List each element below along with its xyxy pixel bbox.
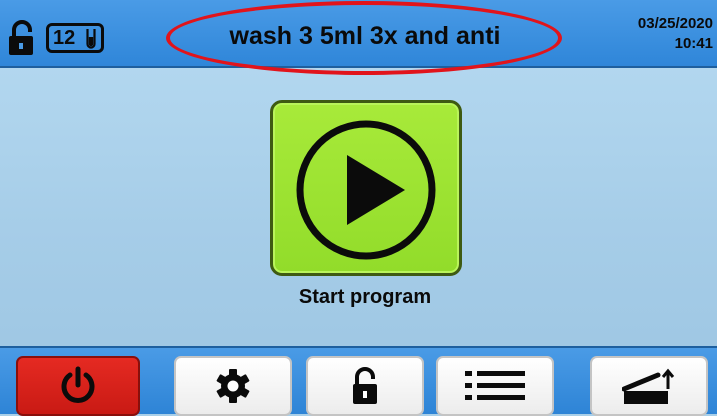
time-text: 10:41: [674, 35, 713, 52]
lid-open-icon: [622, 368, 675, 404]
tube-count-indicator: 12: [46, 23, 104, 53]
bottom-toolbar: [0, 346, 717, 416]
start-program-label: Start program: [298, 286, 432, 308]
program-title-area: wash 3 5ml 3x and anti: [168, 0, 562, 78]
tube-icon: [86, 29, 96, 49]
lid-open-button[interactable]: [590, 356, 708, 416]
tube-count: 12: [53, 26, 76, 49]
unlocked-padlock-icon[interactable]: [7, 20, 37, 56]
power-button[interactable]: [16, 356, 140, 416]
settings-button[interactable]: [174, 356, 292, 416]
list-icon: [465, 371, 525, 400]
header-bar: 12 wash 3 5ml 3x and anti 03/25/2020 10:…: [0, 0, 717, 68]
program-name: wash 3 5ml 3x and anti: [229, 21, 501, 50]
gear-icon: [216, 369, 250, 403]
program-list-button[interactable]: [436, 356, 554, 416]
power-icon: [61, 366, 95, 403]
play-icon: [296, 120, 436, 260]
date-text: 03/25/2020: [637, 15, 713, 32]
screen: 12 wash 3 5ml 3x and anti 03/25/2020 10:…: [0, 0, 717, 416]
unlock-button[interactable]: [306, 356, 424, 416]
start-program-button[interactable]: [270, 100, 462, 276]
unlock-icon: [353, 367, 377, 404]
datetime-display: 03/25/2020 10:41: [638, 14, 713, 54]
